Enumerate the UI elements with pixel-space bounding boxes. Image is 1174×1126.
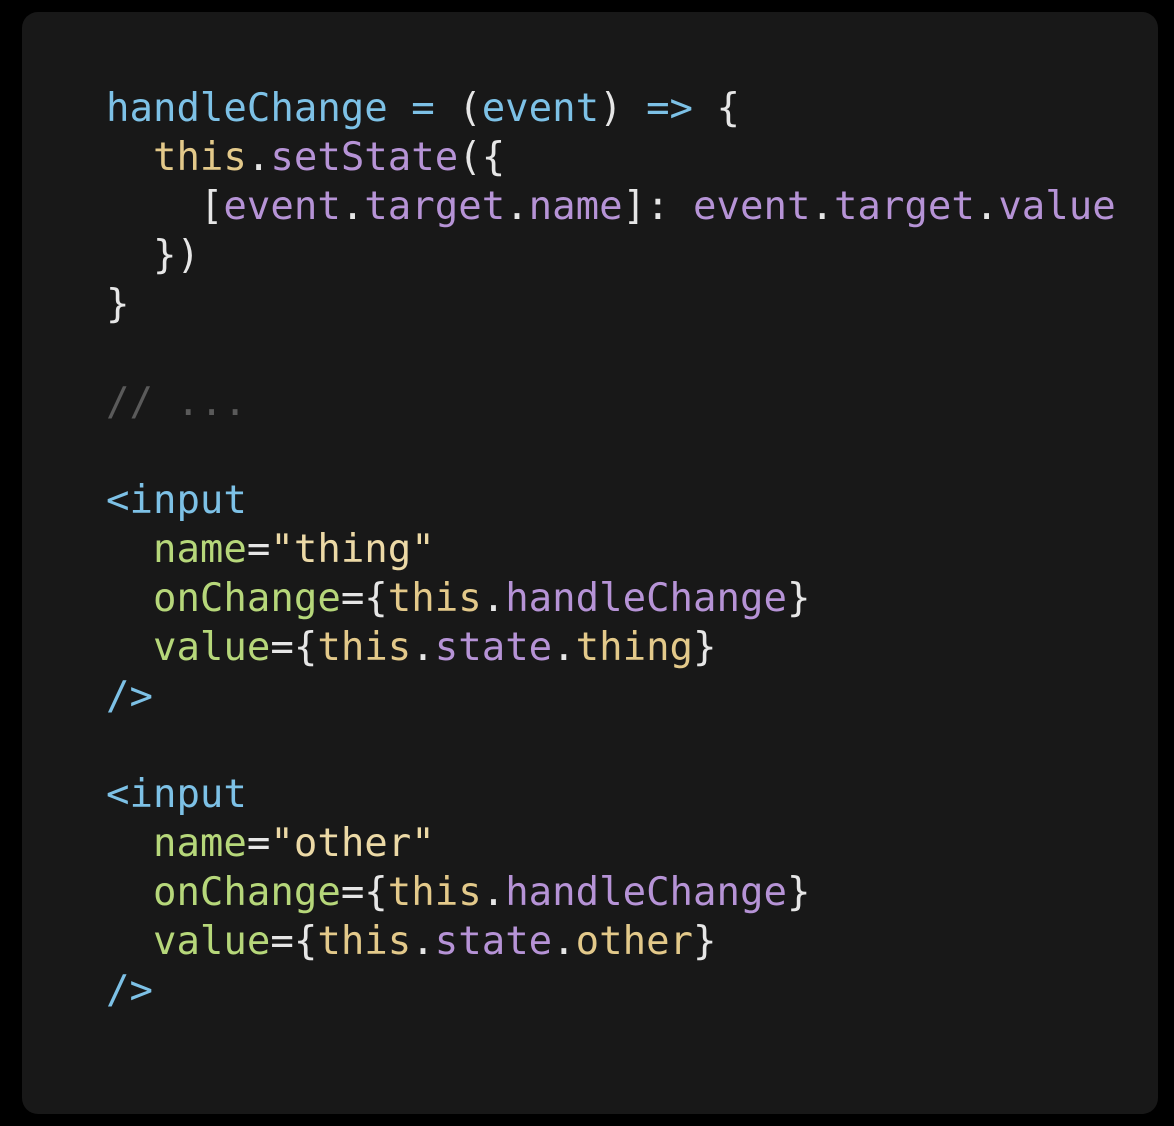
- code-token: <input: [106, 772, 247, 817]
- code-token: .: [481, 576, 506, 621]
- code-token: handleChange: [505, 576, 787, 621]
- code-token: event: [223, 184, 341, 229]
- code-token: }: [693, 919, 717, 964]
- code-token: this: [152, 135, 247, 180]
- code-line: [event.target.name]: event.target.value: [106, 182, 1116, 231]
- code-token: .: [552, 625, 576, 670]
- code-line: />: [106, 672, 1116, 721]
- code-token: event: [481, 86, 600, 131]
- code-token: .: [810, 184, 834, 229]
- code-line: }): [106, 231, 1116, 280]
- code-line: />: [106, 966, 1116, 1015]
- code-token: .: [411, 625, 435, 670]
- code-token: // ...: [106, 380, 247, 425]
- code-token: ={: [270, 625, 318, 670]
- code-line: // ...: [106, 378, 1116, 427]
- code-token: value: [998, 184, 1116, 229]
- code-token: setState: [270, 135, 459, 180]
- code-line: onChange={this.handleChange}: [106, 868, 1116, 917]
- code-token: event: [693, 184, 811, 229]
- code-token: ={: [340, 870, 388, 915]
- code-token: .: [974, 184, 999, 229]
- code-token: }: [693, 625, 717, 670]
- code-token: handleChange: [106, 86, 388, 131]
- code-line: value={this.state.other}: [106, 917, 1116, 966]
- code-token: {: [693, 86, 741, 131]
- code-token: ={: [340, 576, 388, 621]
- code-token: .: [505, 184, 529, 229]
- code-token: "thing": [270, 527, 435, 572]
- code-token: thing: [575, 625, 694, 670]
- code-token: target: [833, 184, 975, 229]
- code-token: =: [246, 821, 271, 866]
- code-line: handleChange = (event) => {: [106, 84, 1116, 133]
- code-token: }: [786, 576, 811, 621]
- code-line: value={this.state.thing}: [106, 623, 1116, 672]
- code-line: onChange={this.handleChange}: [106, 574, 1116, 623]
- code-line: name="thing": [106, 525, 1116, 574]
- code-token: (: [458, 86, 482, 131]
- code-token: .: [246, 135, 271, 180]
- code-token: />: [106, 968, 153, 1013]
- code-token: ({: [458, 135, 506, 180]
- code-token: }): [106, 233, 200, 278]
- code-token: value: [152, 919, 271, 964]
- code-token: ): [599, 86, 647, 131]
- code-line: name="other": [106, 819, 1116, 868]
- code-token: <input: [106, 478, 247, 523]
- code-token: }: [106, 282, 130, 327]
- code-line: <input: [106, 476, 1116, 525]
- code-token: target: [364, 184, 506, 229]
- code-token: .: [340, 184, 365, 229]
- code-token: .: [481, 870, 506, 915]
- code-token: .: [411, 919, 435, 964]
- code-token: this: [317, 625, 412, 670]
- code-token: name: [528, 184, 623, 229]
- code-token: name: [152, 821, 247, 866]
- code-token: state: [434, 919, 553, 964]
- code-snippet-panel: handleChange = (event) => { this.setStat…: [22, 12, 1158, 1114]
- code-token: state: [434, 625, 553, 670]
- code-token: onChange: [152, 576, 341, 621]
- code-token: name: [152, 527, 247, 572]
- code-token: =>: [646, 86, 694, 131]
- code-block: handleChange = (event) => { this.setStat…: [106, 84, 1116, 1015]
- code-token: }: [786, 870, 811, 915]
- code-token: value: [152, 625, 271, 670]
- code-token: other: [575, 919, 694, 964]
- code-token: =: [246, 527, 271, 572]
- code-token: />: [106, 674, 153, 719]
- code-token: onChange: [152, 870, 341, 915]
- code-token: this: [317, 919, 412, 964]
- code-line: }: [106, 280, 1116, 329]
- code-token: ={: [270, 919, 318, 964]
- code-token: this: [387, 870, 482, 915]
- code-token: handleChange: [505, 870, 787, 915]
- code-line: this.setState({: [106, 133, 1116, 182]
- code-token: this: [387, 576, 482, 621]
- code-line: <input: [106, 770, 1116, 819]
- code-token: .: [552, 919, 576, 964]
- code-token: [: [106, 184, 224, 229]
- code-token: =: [387, 86, 459, 131]
- code-token: "other": [270, 821, 435, 866]
- code-token: ]:: [622, 184, 694, 229]
